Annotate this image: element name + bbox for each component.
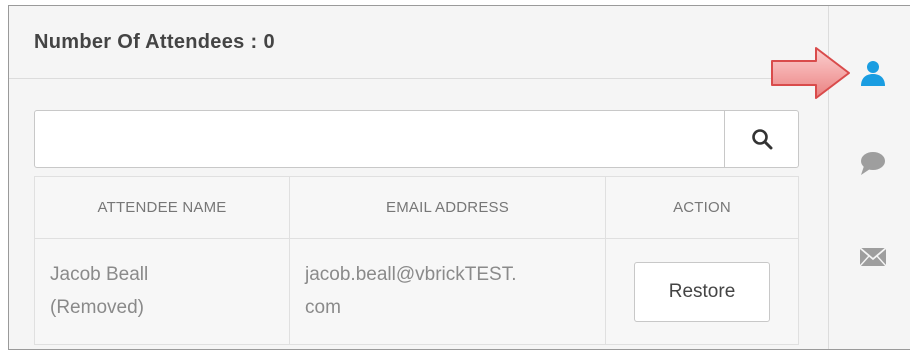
table-header-row: ATTENDEE NAME EMAIL ADDRESS ACTION — [34, 176, 799, 239]
email-cell: jacob.beall@vbrickTEST. com — [289, 238, 606, 345]
attendee-name-cell: Jacob Beall (Removed) — [34, 238, 290, 345]
search-icon — [751, 129, 772, 150]
red-arrow-icon — [771, 47, 850, 99]
chat-bubble-icon[interactable] — [858, 148, 888, 178]
envelope-icon[interactable] — [858, 242, 888, 272]
search-input[interactable] — [35, 111, 724, 167]
attendee-name: Jacob Beall — [50, 264, 149, 286]
attendee-email: jacob.beall@vbrickTEST. — [305, 264, 517, 286]
restore-button[interactable]: Restore — [634, 261, 770, 322]
column-header-email-address: EMAIL ADDRESS — [289, 176, 606, 239]
action-cell: Restore — [605, 238, 799, 345]
attendee-panel: Number Of Attendees : 0 ATTENDEE NAME EM… — [9, 6, 829, 349]
search-button[interactable] — [724, 111, 798, 167]
search-box — [34, 110, 799, 168]
table-row: Jacob Beall (Removed) jacob.beall@vbrick… — [34, 238, 799, 345]
attendee-email-continued: com — [305, 296, 341, 318]
attendee-count-value: 0 — [263, 30, 275, 53]
column-header-action: ACTION — [605, 176, 799, 239]
attendee-table: ATTENDEE NAME EMAIL ADDRESS ACTION Jacob… — [34, 176, 799, 345]
attendee-status: (Removed) — [50, 296, 144, 318]
attendee-count-header: Number Of Attendees : 0 — [9, 6, 829, 79]
attendee-count-label: Number Of Attendees — [34, 30, 245, 53]
user-icon[interactable] — [858, 58, 888, 88]
column-header-attendee-name: ATTENDEE NAME — [34, 176, 290, 239]
attendee-count-separator: : — [250, 30, 258, 53]
